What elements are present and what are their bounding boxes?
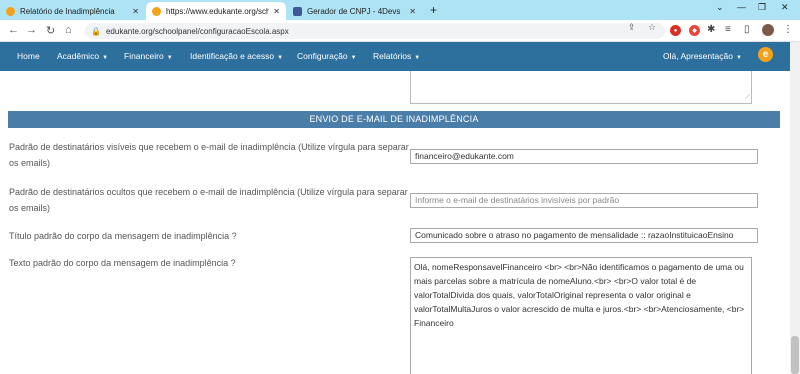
minimize-icon[interactable]: — [737,2,746,12]
tab-label: https://www.edukante.org/schoo… [166,6,270,16]
close-icon[interactable]: ✕ [273,7,280,16]
nav-label: Home [17,51,40,61]
nav-configuracao[interactable]: Configuração ▼ [297,51,357,61]
chevron-down-icon: ▼ [414,55,421,61]
close-icon[interactable]: ✕ [409,7,416,16]
nav-home[interactable]: Home [17,51,40,61]
reload-icon[interactable]: ↻ [46,24,55,37]
page-content: ⟋ ENVIO DE E-MAIL DE INADIMPLÊNCIA Padrã… [0,71,790,374]
previous-textarea[interactable]: ⟋ [410,71,752,104]
home-icon[interactable]: ⌂ [65,24,72,36]
body-textarea[interactable]: Olá, nomeResponsavelFinanceiro <br> <br>… [410,257,752,374]
close-window-icon[interactable]: ✕ [781,2,789,13]
share-icon[interactable]: ⇪ [628,22,636,33]
hidden-recipients-label: Padrão de destinatários ocultos que rece… [9,187,408,213]
forward-icon[interactable]: → [26,24,37,36]
media-icon[interactable]: ≡ [725,24,731,35]
nav-academico[interactable]: Acadêmico ▼ [57,51,108,61]
extensions-puzzle-icon[interactable]: ✱ [707,24,715,35]
lock-icon[interactable]: 🔒 [91,27,101,36]
page-scrollbar[interactable] [790,42,800,374]
profile-avatar[interactable] [762,24,774,36]
browser-tab-relatorio[interactable]: Relatório de Inadimplência ✕ [0,2,145,20]
visible-recipients-input[interactable]: financeiro@edukante.com [410,149,758,164]
user-menu[interactable]: Olá, Apresentação ▼ [663,51,742,61]
nav-label: Financeiro [124,51,164,61]
section-header: ENVIO DE E-MAIL DE INADIMPLÊNCIA [8,111,780,128]
browser-tabstrip: Relatório de Inadimplência ✕ https://www… [0,0,800,20]
chevron-down-icon: ▼ [350,55,357,61]
subject-label: Título padrão do corpo da mensagem de in… [9,231,237,241]
nav-label: Identificação e acesso [190,51,275,61]
menu-kebab-icon[interactable]: ⋮ [783,24,793,35]
chevron-down-icon: ▼ [735,55,742,61]
edukante-favicon-icon [152,6,161,16]
edukante-favicon-icon [6,6,15,16]
nav-label: Relatórios [373,51,412,61]
subject-input[interactable]: Comunicado sobre o atraso no pagamento d… [410,228,758,243]
visible-recipients-label: Padrão de destinatários visíveis que rec… [9,142,409,168]
resize-handle-icon[interactable]: ⟋ [745,94,750,102]
user-greeting: Olá, Apresentação [663,51,733,61]
extension-icon[interactable]: ● [670,25,681,36]
nav-financeiro[interactable]: Financeiro ▼ [124,51,173,61]
nav-label: Acadêmico [57,51,100,61]
page-favicon-icon [293,6,302,16]
nav-relatorios[interactable]: Relatórios ▼ [373,51,420,61]
side-panel-icon[interactable]: ▯ [744,24,750,35]
browser-tab-gerador[interactable]: Gerador de CNPJ - 4Devs ✕ [287,2,422,20]
scrollbar-thumb[interactable] [791,336,799,374]
close-icon[interactable]: ✕ [132,7,139,16]
tab-search-icon[interactable]: ⌄ [716,2,724,13]
url-text: edukante.org/schoolpanel/configuracaoEsc… [105,26,289,36]
chevron-down-icon: ▼ [166,55,173,61]
tab-label: Relatório de Inadimplência [20,6,115,16]
browser-tab-edukante[interactable]: https://www.edukante.org/schoo… ✕ [146,2,286,20]
chevron-down-icon: ▼ [277,55,284,61]
bookmark-star-icon[interactable]: ☆ [648,22,656,33]
edukante-logo: e [758,47,773,62]
nav-identificacao[interactable]: Identificação e acesso ▼ [190,51,283,61]
new-tab-icon[interactable]: + [430,3,437,17]
browser-toolbar: ← → ↻ ⌂ 🔒 edukante.org/schoolpanel/confi… [0,20,800,42]
hidden-recipients-input[interactable]: Informe o e-mail de destinatários invisí… [410,193,758,208]
nav-label: Configuração [297,51,348,61]
address-bar[interactable]: 🔒 edukante.org/schoolpanel/configuracaoE… [85,23,665,39]
restore-icon[interactable]: ❐ [758,2,766,13]
chevron-down-icon: ▼ [102,55,109,61]
tab-label: Gerador de CNPJ - 4Devs [307,6,401,16]
back-icon[interactable]: ← [8,24,19,36]
app-navbar: Home Acadêmico ▼ Financeiro ▼ Identificaçã… [0,42,800,71]
body-label: Texto padrão do corpo da mensagem de ina… [9,258,236,268]
extension-icon[interactable]: ◆ [689,25,700,36]
